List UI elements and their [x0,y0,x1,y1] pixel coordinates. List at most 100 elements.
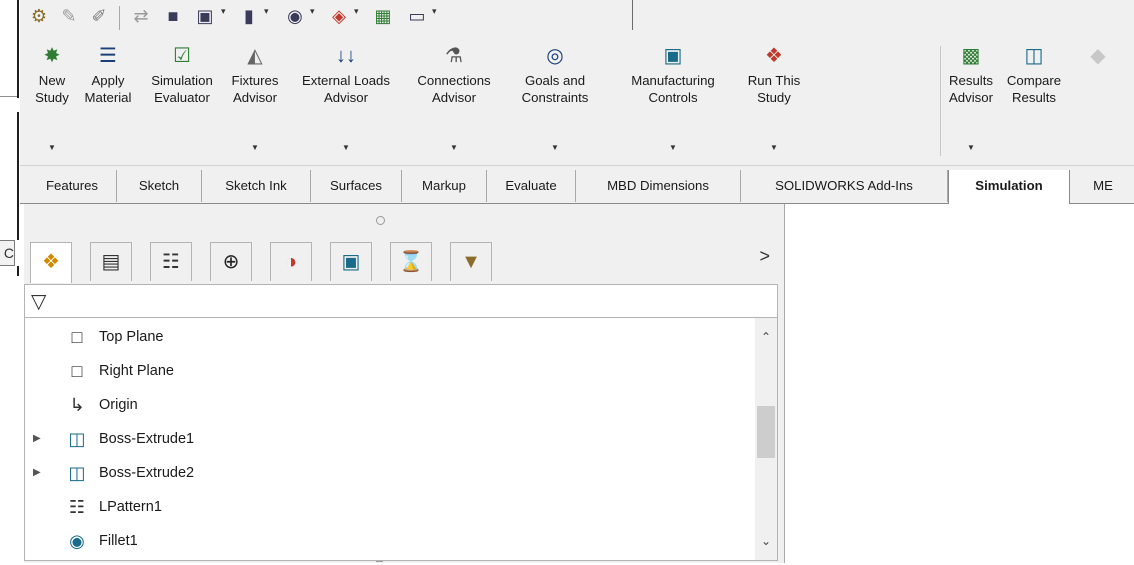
pane-bottom-grip[interactable] [376,561,383,565]
tree-node[interactable]: ↳ Origin [25,388,755,422]
chevron-down-icon[interactable]: ▼ [224,143,286,152]
tree-node[interactable]: □ Top Plane [25,320,755,354]
origin-icon: ↳ [69,395,85,415]
quick-access-toolbar: ⚙ ✎ ✐ ⇄ ■ ▣ ▾ ▮ ▾ ◉ ▾ ◈ ▾ ▦ ▭ ▾ [20,0,1134,38]
cam-tab[interactable]: ▣ [330,242,372,281]
dim-icon[interactable]: ⇄ [128,4,154,28]
manufacturing-controls-button[interactable]: ▣ Manufacturing Controls ▼ [610,44,736,160]
tab-solidworks-add-ins[interactable]: SOLIDWORKS Add-Ins [741,170,948,202]
monitor-icon[interactable]: ▭ [404,4,430,28]
cam-icon: ▣ [341,251,361,273]
scene-icon[interactable]: ▦ [370,4,396,28]
property-manager-icon: ▤ [101,251,121,273]
chevron-down-icon[interactable]: ▾ [221,6,231,17]
chevron-down-icon[interactable]: ▼ [610,143,736,152]
simulation-evaluator-icon: ☑ [173,45,191,67]
simulation-evaluator-button[interactable]: ☑ Simulation Evaluator [142,44,222,160]
fixtures-advisor-button[interactable]: ◭ Fixtures Advisor ▼ [224,44,286,160]
disabled-command-button: ◆ [1078,44,1118,160]
tree-node[interactable]: ▶ ◫ Boss-Extrude2 [25,456,755,490]
display-manager-tab[interactable]: ◑ [270,242,312,281]
command-manager-tabs: Features Sketch Sketch Ink Surfaces Mark… [20,166,1134,204]
connections-advisor-button[interactable]: ⚗ Connections Advisor ▼ [406,44,502,160]
disabled-command-icon: ◆ [1090,45,1106,67]
simulation-tree-tab[interactable]: ⌛ [390,242,432,281]
expand-arrow-icon[interactable]: ▶ [33,456,43,490]
chevron-down-icon[interactable]: ▼ [32,143,72,152]
tab-features[interactable]: Features [28,170,117,202]
tree-node[interactable]: ▶ ◫ Boss-Extrude1 [25,422,755,456]
chevron-down-icon[interactable]: ▼ [504,143,606,152]
chevron-down-icon[interactable]: ▾ [354,6,364,17]
partial-combo[interactable]: C [0,240,15,266]
tree-node-label: Origin [99,397,138,413]
chevron-up-icon[interactable]: ⌃ [761,330,771,344]
pencil-icon[interactable]: ✐ [86,4,112,28]
pane-resize-grip[interactable] [376,216,385,225]
external-loads-icon: ↓↓ [336,45,356,67]
tab-more[interactable]: ME [1069,170,1134,202]
new-study-icon: ✸ [43,45,61,67]
display-icon[interactable]: ▮ [236,4,262,28]
tree-node[interactable]: □ Right Plane [25,354,755,388]
wrench-icon[interactable]: ⚙ [26,4,52,28]
tab-evaluate[interactable]: Evaluate [487,170,576,202]
view-icon[interactable]: ▣ [192,4,218,28]
expand-arrow-icon[interactable]: ▶ [33,422,43,456]
feature-tree: □ Top Plane □ Right Plane ↳ Origin ▶ ◫ B… [24,318,778,561]
tab-mbd-dimensions[interactable]: MBD Dimensions [576,170,741,202]
toolbar-end-separator [632,0,633,30]
connections-advisor-icon: ⚗ [445,45,463,67]
tree-node-label: Top Plane [99,329,164,345]
configuration-manager-tab[interactable]: ☷ [150,242,192,281]
more-tabs-button[interactable]: > [759,246,770,267]
results-advisor-button[interactable]: ▩ Results Advisor ▼ [946,44,996,160]
tree-node-label: Boss-Extrude1 [99,431,195,447]
manager-tabs: ❖ ▤ ☷ ⊕ ◑ ▣ ⌛ ▼ > [24,238,784,283]
feature-manager-tab[interactable]: ❖ [30,242,72,283]
tree-node-label: LPattern1 [99,499,162,515]
tab-sketch[interactable]: Sketch [117,170,202,202]
run-study-button[interactable]: ❖ Run This Study ▼ [738,44,810,160]
filter-icon[interactable]: ▽ [31,289,46,314]
property-manager-tab[interactable]: ▤ [90,242,132,281]
chevron-down-icon[interactable]: ▼ [946,143,996,152]
filter-bar[interactable]: ▽ [24,284,778,318]
tab-sketch-ink[interactable]: Sketch Ink [202,170,311,202]
tree-scrollbar[interactable]: ⌃ ⌄ [755,318,777,560]
chevron-down-icon[interactable]: ⌄ [761,534,771,548]
sketch-icon[interactable]: ✎ [56,4,82,28]
tree-node[interactable]: ☷ LPattern1 [25,490,755,524]
tree-node-label: Fillet1 [99,533,138,549]
tree-node[interactable]: ◉ Fillet1 [25,524,755,558]
goals-constraints-button[interactable]: ◎ Goals and Constraints ▼ [504,44,606,160]
tool-tab[interactable]: ▼ [450,242,492,281]
tab-surfaces[interactable]: Surfaces [311,170,402,202]
pattern-icon: ☷ [68,497,86,517]
compare-results-button[interactable]: ◫ Compare Results [1000,44,1068,160]
chevron-down-icon[interactable]: ▾ [432,6,442,17]
apply-material-button[interactable]: ☰ Apply Material [76,44,140,160]
scrollbar-thumb[interactable] [757,406,775,458]
chevron-down-icon[interactable]: ▼ [288,143,404,152]
adjacent-window-edge: C [0,0,20,563]
command-manager: ✸ New Study ▼ ☰ Apply Material ☑ Simulat… [20,38,1134,166]
appearance-icon[interactable]: ◈ [326,4,352,28]
tab-markup[interactable]: Markup [402,170,487,202]
new-study-button[interactable]: ✸ New Study ▼ [32,44,72,160]
feature-manager-pane: ❖ ▤ ☷ ⊕ ◑ ▣ ⌛ ▼ > ▽ □ Top Plane □ Right … [24,204,785,563]
tree-node-label: Boss-Extrude2 [99,465,195,481]
chevron-down-icon[interactable]: ▼ [406,143,502,152]
tab-simulation[interactable]: Simulation [948,170,1070,204]
dimxpert-tab[interactable]: ⊕ [210,242,252,281]
chevron-down-icon[interactable]: ▾ [310,6,320,17]
section-icon[interactable]: ◉ [282,4,308,28]
chevron-down-icon[interactable]: ▾ [264,6,274,17]
configuration-manager-icon: ☷ [162,251,180,273]
hammer-icon[interactable]: ■ [160,4,186,28]
dimxpert-icon: ⊕ [222,251,240,273]
chevron-down-icon[interactable]: ▼ [738,143,810,152]
group-separator [940,46,941,156]
external-loads-advisor-button[interactable]: ↓↓ External Loads Advisor ▼ [288,44,404,160]
tool-icon: ▼ [461,251,481,273]
